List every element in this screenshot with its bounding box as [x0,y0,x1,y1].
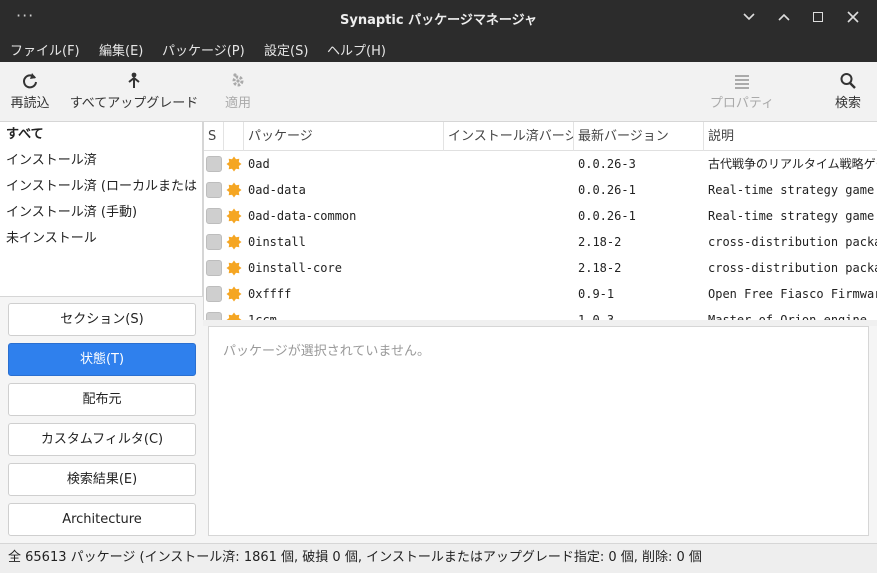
package-checkbox[interactable] [206,234,222,250]
properties-label: プロパティ [709,96,775,111]
properties-button[interactable]: プロパティ [706,70,778,111]
reload-icon [23,73,37,89]
custom-filter-button[interactable]: カスタムフィルタ(C) [8,423,196,456]
sections-button[interactable]: セクション(S) [8,303,196,336]
package-checkbox[interactable] [206,260,222,276]
filter-item-installed-local[interactable]: インストール済 (ローカルまたは [0,174,202,200]
supported-package-icon [226,286,242,302]
package-name: 0ad [248,157,270,171]
reload-label: 再読込 [10,96,50,111]
apply-label: 適用 [224,96,251,111]
latest-version: 2.18-2 [578,235,622,249]
filter-item-all[interactable]: すべて [0,122,202,148]
package-checkbox[interactable] [206,182,222,198]
gear-icon [232,73,244,87]
filter-item-not-installed[interactable]: 未インストール [0,226,202,252]
supported-package-icon [226,312,242,320]
origin-button[interactable]: 配布元 [8,383,196,416]
status-bar: 全 65613 パッケージ (インストール済: 1861 個, 破損 0 個, … [0,543,877,573]
package-description: cross-distribution packaging [708,235,877,249]
table-row[interactable]: 0install-core 2.18-2 cross-distribution pa… [204,255,877,281]
filter-list: すべて インストール済 インストール済 (ローカルまたは インストール済 (手動… [0,122,203,297]
table-row[interactable]: 0ad-data-common 0.0.26-1 Real-time strateg… [204,203,877,229]
filter-item-installed-manual[interactable]: インストール済 (手動) [0,200,202,226]
toolbar: 再読込 すべてアップグレード 適用 プロパティ 検索 [0,62,877,122]
supported-package-icon [226,234,242,250]
minimize-window-icon[interactable] [773,6,795,28]
column-installed-version[interactable]: インストール済バージョン [444,122,574,151]
supported-package-icon [226,260,242,276]
package-details: パッケージが選択されていません。 [208,326,869,536]
column-icon[interactable] [224,122,244,151]
apply-button[interactable]: 適用 [218,70,258,111]
no-package-selected-message: パッケージが選択されていません。 [223,344,430,359]
supported-package-icon [226,182,242,198]
menu-package[interactable]: パッケージ(P) [162,40,245,59]
upgrade-all-button[interactable]: すべてアップグレード [66,70,202,111]
table-row[interactable]: 0ad-data 0.0.26-1 Real-time strategy game [204,177,877,203]
package-description: Master of Orion engine [708,313,867,320]
title-bar: ··· Synaptic パッケージマネージャ [0,0,877,34]
latest-version: 0.0.26-1 [578,209,636,223]
latest-version: 0.0.26-1 [578,183,636,197]
minimize-icon[interactable] [738,6,760,28]
table-row[interactable]: 0install 2.18-2 cross-distribution packagi… [204,229,877,255]
package-checkbox[interactable] [206,286,222,302]
close-icon[interactable] [842,6,864,28]
package-table: S パッケージ インストール済バージョン 最新バージョン 説明 0ad 0.0.2… [203,122,877,320]
menu-file[interactable]: ファイル(F) [10,40,80,59]
menu-settings[interactable]: 設定(S) [264,40,308,59]
menu-bar: ファイル(F) 編集(E) パッケージ(P) 設定(S) ヘルプ(H) [0,34,877,62]
synaptic-window: ··· Synaptic パッケージマネージャ ファイル(F) 編集(E) パッ… [0,0,877,573]
menu-help[interactable]: ヘルプ(H) [327,40,386,59]
package-name: 1ccm [248,313,277,320]
latest-version: 1.0.3 [578,313,615,320]
package-name: 0install [248,235,306,249]
search-button[interactable]: 検索 [828,70,868,111]
package-name: 0ad-data-common [248,209,357,223]
package-name: 0ad-data [248,183,306,197]
upgrade-all-label: すべてアップグレード [69,96,199,111]
package-description: Real-time strategy game [708,183,875,197]
search-icon [840,73,856,89]
column-description[interactable]: 説明 [704,122,877,151]
search-results-button[interactable]: 検索結果(E) [8,463,196,496]
table-row[interactable]: 0xffff 0.9-1 Open Free Fiasco Firmware [204,281,877,307]
maximize-icon[interactable] [807,6,829,28]
package-description: cross-distribution packaging [708,261,877,275]
package-checkbox[interactable] [206,312,222,320]
list-icon [735,75,749,89]
table-row[interactable]: 1ccm 1.0.3 Master of Orion engine [204,307,877,320]
supported-package-icon [226,208,242,224]
supported-package-icon [226,156,242,172]
column-latest-version[interactable]: 最新バージョン [574,122,704,151]
left-pane: すべて インストール済 インストール済 (ローカルまたは インストール済 (手動… [0,122,203,543]
latest-version: 0.0.26-3 [578,157,636,171]
menu-edit[interactable]: 編集(E) [99,40,143,59]
package-checkbox[interactable] [206,156,222,172]
column-status[interactable]: S [204,122,224,151]
package-description: 古代戦争のリアルタイム戦略ゲーム [708,157,877,171]
package-description: Real-time strategy game [708,209,875,223]
latest-version: 2.18-2 [578,261,622,275]
package-checkbox[interactable] [206,208,222,224]
filter-item-installed[interactable]: インストール済 [0,148,202,174]
status-button[interactable]: 状態(T) [8,343,196,376]
package-name: 0install-core [248,261,342,275]
latest-version: 0.9-1 [578,287,615,301]
search-label: 検索 [834,96,861,111]
package-name: 0xffff [248,287,292,301]
architecture-button[interactable]: Architecture [8,503,196,536]
reload-button[interactable]: 再読込 [8,70,52,111]
column-package[interactable]: パッケージ [244,122,444,151]
package-description: Open Free Fiasco Firmware [708,287,877,301]
table-row[interactable]: 0ad 0.0.26-3 古代戦争のリアルタイム戦略ゲーム [204,151,877,177]
table-header: S パッケージ インストール済バージョン 最新バージョン 説明 [204,122,877,151]
upgrade-icon [128,72,140,88]
